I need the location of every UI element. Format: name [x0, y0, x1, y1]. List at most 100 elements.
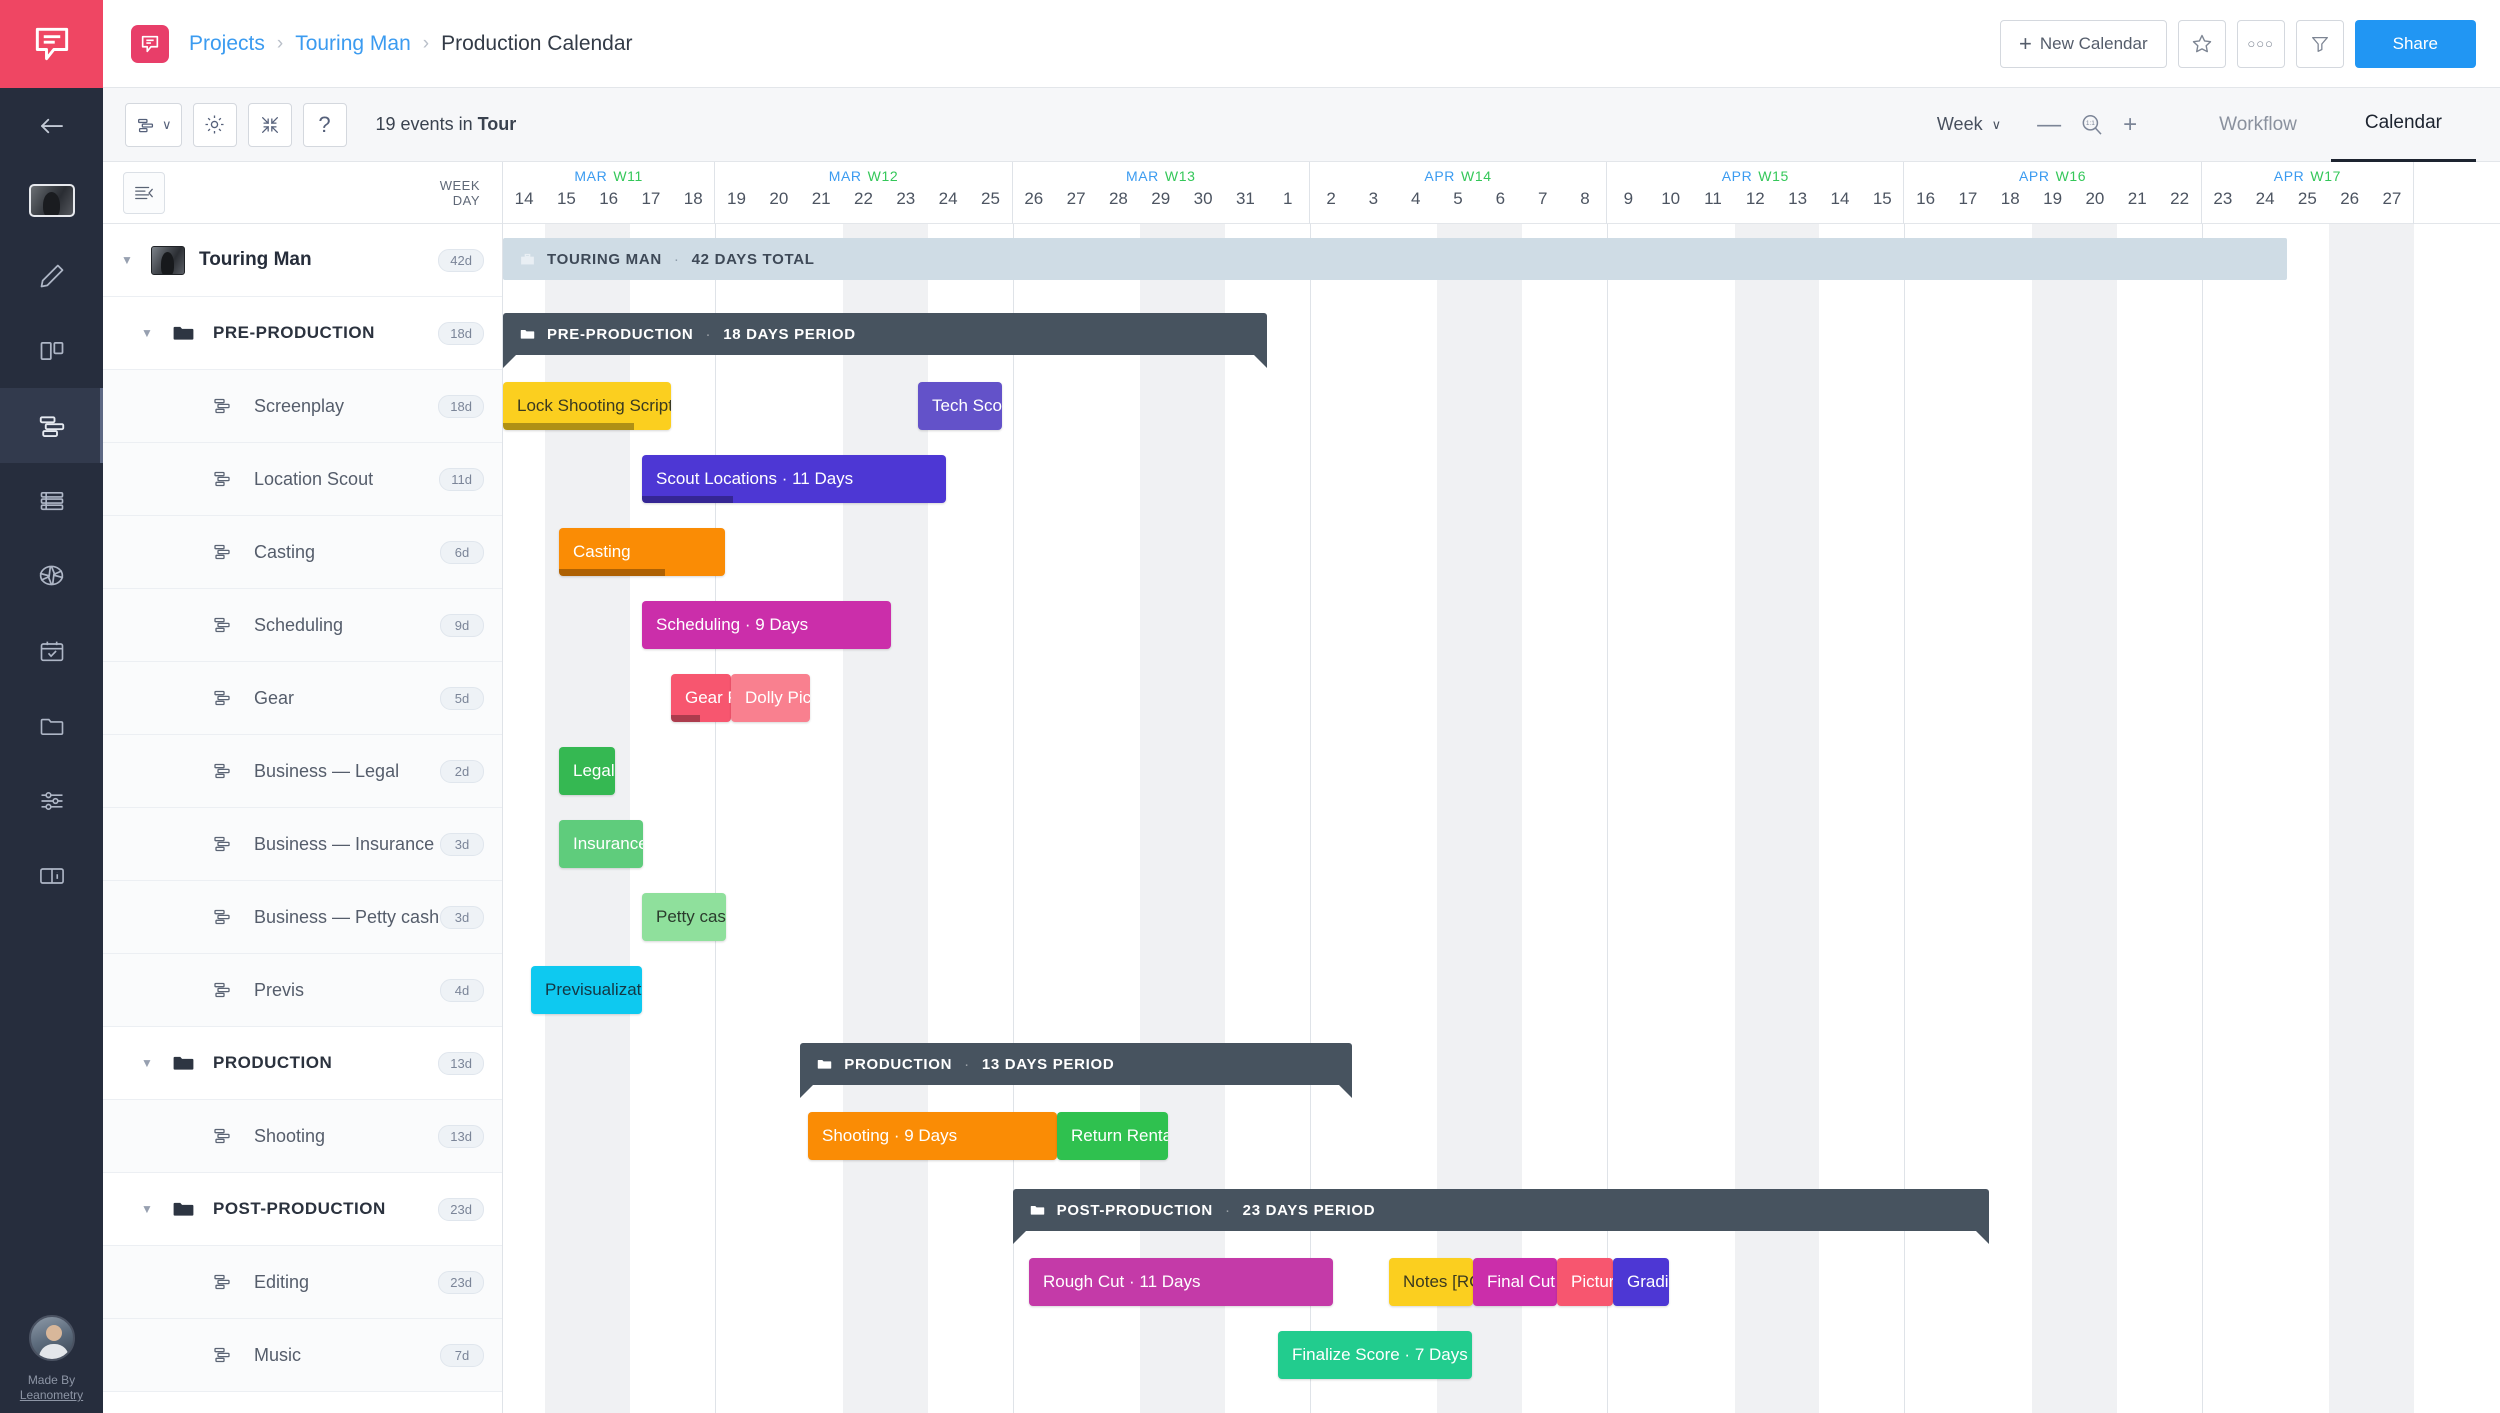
gantt-task-bar[interactable]: Final Cut: [1473, 1258, 1557, 1306]
gantt-day-label: 23: [896, 189, 916, 208]
book-info-icon[interactable]: [0, 838, 103, 913]
project-thumbnail-icon[interactable]: [0, 163, 103, 238]
zoom-out-button[interactable]: —: [2037, 112, 2061, 137]
gantt-task-bar[interactable]: Notes [RC1]: [1389, 1258, 1473, 1306]
app-logo[interactable]: [0, 0, 103, 88]
gantt-icon[interactable]: [0, 388, 103, 463]
gantt-week-column: APR W16 16 17 18 19 20 21 22: [1904, 162, 2202, 224]
tree-caret-icon[interactable]: ▼: [121, 253, 151, 267]
collapse-sidebar-icon[interactable]: [123, 171, 165, 214]
list-rows-icon[interactable]: [0, 463, 103, 538]
made-by-label: Made By Leanometry: [0, 1373, 103, 1403]
tree-row[interactable]: Screenplay 18d: [103, 370, 502, 443]
tree-caret-icon[interactable]: ▼: [141, 326, 171, 340]
project-thumbnail-icon: [151, 245, 185, 275]
help-button[interactable]: ?: [302, 102, 347, 147]
tree-row[interactable]: Casting 6d: [103, 516, 502, 589]
gantt-group-bar[interactable]: PRE-PRODUCTION · 18 DAYS PERIOD: [503, 313, 1268, 368]
svg-text:1:1: 1:1: [2086, 120, 2095, 127]
gantt-task-bar[interactable]: Insurance: [559, 820, 643, 868]
more-options-button[interactable]: ○○○: [2236, 19, 2285, 68]
aperture-icon[interactable]: [0, 538, 103, 613]
tree-row-duration-badge: 6d: [440, 540, 484, 564]
tree-row[interactable]: Business — Legal 2d: [103, 735, 502, 808]
pencil-icon[interactable]: [0, 238, 103, 313]
tree-row[interactable]: Previs 4d: [103, 954, 502, 1027]
gantt-group-separator: ·: [673, 250, 680, 268]
gantt-task-bar[interactable]: Rough Cut · 11 Days: [1029, 1258, 1333, 1306]
tree-row[interactable]: Business — Insurance 3d: [103, 808, 502, 881]
tree-row[interactable]: Location Scout 11d: [103, 443, 502, 516]
task-progress-bar: [503, 423, 635, 430]
gantt-month-label: APR: [2273, 168, 2305, 184]
split-panel-icon[interactable]: [0, 313, 103, 388]
tree-row[interactable]: ▼ Touring Man 42d: [103, 224, 502, 297]
gantt-task-bar[interactable]: Legal: [559, 747, 615, 795]
tree-row-duration-badge: 18d: [438, 321, 484, 345]
gantt-task-bar[interactable]: Finalize Score · 7 Days: [1278, 1331, 1472, 1379]
gantt-week-label: W15: [1758, 168, 1789, 184]
tree-row[interactable]: Business — Petty cash 3d: [103, 881, 502, 954]
tree-header: WEEK DAY: [103, 162, 502, 224]
tree-row[interactable]: Shooting 13d: [103, 1100, 502, 1173]
breadcrumb-project[interactable]: Touring Man: [295, 32, 411, 56]
tree-row[interactable]: Gear 5d: [103, 662, 502, 735]
tree-row[interactable]: ▼ PRE-PRODUCTION 18d: [103, 297, 502, 370]
gantt-task-bar[interactable]: Lock Shooting Script: [503, 382, 671, 430]
gantt-task-bar[interactable]: Gear Pickup: [671, 674, 731, 722]
folder-icon: [171, 1051, 201, 1076]
gantt-week-column: APR W15 9 10 11 12 13 14 15: [1607, 162, 1905, 224]
new-calendar-button[interactable]: + New Calendar: [2000, 19, 2167, 68]
tree-caret-icon[interactable]: ▼: [141, 1056, 171, 1070]
tab-calendar[interactable]: Calendar: [2330, 88, 2476, 162]
gantt-task-bar[interactable]: Return Rentals: [1057, 1112, 1168, 1160]
gantt-task-label: Final Cut: [1487, 1272, 1556, 1291]
share-button[interactable]: Share: [2354, 19, 2476, 68]
project-badge-icon[interactable]: [131, 24, 169, 63]
gantt-day-row: 26 27 28 29 30 31 1: [1013, 184, 1309, 214]
sliders-icon[interactable]: [0, 763, 103, 838]
gantt-task-bar[interactable]: Petty cash: [642, 893, 726, 941]
avatar[interactable]: [28, 1315, 75, 1361]
collapse-all-button[interactable]: [247, 102, 292, 147]
gantt-task-bar[interactable]: Dolly Pickup: [731, 674, 810, 722]
gantt-task-label: Previsualization: [545, 980, 642, 999]
gantt-task-bar[interactable]: Grading: [1613, 1258, 1669, 1306]
gantt-day-label: 25: [981, 189, 1000, 208]
gantt-task-bar[interactable]: Picture: [1557, 1258, 1613, 1306]
gantt-task-bar[interactable]: Shooting · 9 Days: [808, 1112, 1057, 1160]
settings-button[interactable]: [192, 102, 237, 147]
folder-icon[interactable]: [0, 688, 103, 763]
gantt-plot-area[interactable]: TOURING MAN · 42 DAYS TOTAL PRE-PRODUCTION ·…: [503, 224, 2500, 1413]
breadcrumb-projects[interactable]: Projects: [189, 32, 265, 56]
event-count-prefix: 19 events in: [375, 114, 478, 134]
back-arrow-icon[interactable]: [0, 88, 103, 163]
gantt-group-bar[interactable]: TOURING MAN · 42 DAYS TOTAL: [503, 238, 2287, 280]
tree-row[interactable]: ▼ POST-PRODUCTION 23d: [103, 1173, 502, 1246]
gantt-day-label: 6: [1495, 189, 1506, 208]
zoom-in-button[interactable]: +: [2123, 112, 2137, 137]
gantt-week-label: W13: [1164, 168, 1196, 184]
gantt-group-bar[interactable]: POST-PRODUCTION · 23 DAYS PERIOD: [1012, 1189, 1990, 1244]
made-by-link[interactable]: Leanometry: [20, 1388, 83, 1402]
favorite-button[interactable]: [2177, 19, 2226, 68]
gantt-task-bar[interactable]: Casting: [559, 528, 725, 576]
tree-caret-icon[interactable]: ▼: [141, 1202, 171, 1216]
tree-row[interactable]: Editing 23d: [103, 1246, 502, 1319]
gantt-task-bar[interactable]: Scout Locations · 11 Days: [642, 455, 946, 503]
calendar-check-icon[interactable]: [0, 613, 103, 688]
gantt-task-bar[interactable]: Tech Scout: [918, 382, 1002, 430]
gantt-task-bar[interactable]: Previsualization: [531, 966, 642, 1014]
gantt-task-bar[interactable]: Scheduling · 9 Days: [642, 601, 891, 649]
zoom-level-select[interactable]: Week ∨: [1937, 114, 2001, 135]
tree-row[interactable]: ▼ PRODUCTION 13d: [103, 1027, 502, 1100]
tab-workflow[interactable]: Workflow: [2185, 88, 2331, 162]
group-by-button[interactable]: ∨: [125, 102, 182, 147]
tree-row-duration-badge: 18d: [438, 394, 484, 418]
filter-button[interactable]: [2295, 19, 2344, 68]
gantt-task-label: Insurance: [573, 834, 643, 853]
tree-row[interactable]: Scheduling 9d: [103, 589, 502, 662]
zoom-1-to-1-icon[interactable]: 1:1: [2079, 112, 2105, 138]
tree-row[interactable]: Music 7d: [103, 1319, 502, 1392]
gantt-group-bar[interactable]: PRODUCTION · 13 DAYS PERIOD: [800, 1043, 1353, 1098]
